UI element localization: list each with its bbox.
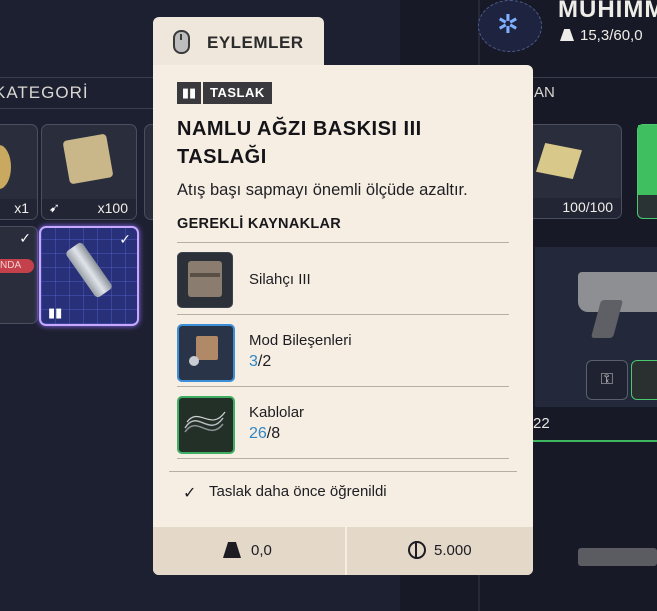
right-section-header: AN: [520, 77, 657, 108]
workbench-icon: [177, 252, 233, 308]
requirements-header: GEREKLİ KAYNAKLAR: [177, 216, 342, 232]
tooltip-footer: 0,0 5.000: [153, 527, 533, 575]
inventory-slot[interactable]: ➹ x100: [41, 124, 137, 220]
badge-label: TASLAK: [203, 82, 272, 104]
requirement-quantity: 3/2: [249, 353, 272, 370]
requirement-name: Kablolar: [249, 404, 305, 421]
blueprint-slot-selected[interactable]: ✓ ▮▮: [39, 226, 139, 326]
weight-icon: [223, 542, 241, 558]
blueprint-badge: ▮▮ TASLAK: [177, 82, 272, 104]
item-image: [536, 143, 582, 179]
item-quantity: 100/100: [562, 199, 613, 215]
key-icon[interactable]: ⚿: [586, 360, 628, 400]
learned-status: Taslak daha önce öğrenildi: [209, 483, 387, 500]
blueprint-book-icon: ▮▮: [48, 305, 63, 320]
item-quantity: x1: [14, 200, 29, 216]
item-quantity: x100: [97, 200, 128, 216]
requirement-row: Mod Bileşenleri 3/2: [177, 323, 509, 393]
inventory-slot[interactable]: ✓: [0, 226, 38, 324]
divider: [177, 314, 509, 315]
item-price: 5.000: [434, 542, 472, 559]
cables-icon: [177, 396, 235, 454]
item-image: [0, 145, 11, 189]
rifle-image: [578, 548, 657, 566]
check-icon: ✓: [119, 231, 131, 247]
ammo-icon: ➹: [49, 200, 60, 215]
status-tag: NDA: [0, 259, 34, 273]
item-weight: 0,0: [251, 542, 272, 559]
divider: [177, 242, 509, 243]
item-image: [62, 133, 114, 185]
inventory-slot[interactable]: 100/100: [525, 124, 622, 219]
requirement-row: Silahçı III: [177, 251, 509, 321]
coin-icon: [408, 541, 426, 559]
item-tooltip: ▮▮ TASLAK NAMLU AĞZI BASKISI III TASLAĞI…: [153, 65, 533, 575]
actions-tab-label: EYLEMLER: [207, 33, 304, 52]
checkmark-icon: ✓: [183, 485, 197, 502]
divider: [169, 471, 517, 472]
item-description: Atış başı sapmayı önemli ölçüde azaltır.: [177, 181, 468, 199]
divider: [177, 386, 509, 387]
requirement-row: Kablolar 26/8: [177, 395, 509, 465]
weight-capacity: 15,3/60,0: [560, 27, 643, 44]
check-icon: ✓: [19, 230, 31, 246]
mouse-icon: [173, 30, 190, 54]
weapon-count: 22: [533, 415, 550, 432]
top-title: MUHİMM: [558, 0, 657, 23]
inventory-slot[interactable]: x1: [0, 124, 38, 220]
requirement-quantity: 26/8: [249, 425, 281, 442]
faction-emblem-icon: ✲: [478, 0, 542, 52]
attachment-slot[interactable]: [631, 360, 657, 400]
mod-components-icon: [177, 324, 235, 382]
book-icon: ▮▮: [177, 82, 201, 104]
requirement-name: Silahçı III: [249, 271, 311, 288]
item-image: [64, 241, 114, 299]
actions-tab[interactable]: EYLEMLER: [153, 17, 324, 67]
category-header[interactable]: KATEGORİ: [0, 77, 160, 109]
requirement-name: Mod Bileşenleri: [249, 332, 352, 349]
divider: [177, 458, 509, 459]
inventory-slot-green[interactable]: [637, 124, 657, 219]
weight-icon: [560, 29, 574, 41]
item-title: NAMLU AĞZI BASKISI III TASLAĞI: [177, 118, 422, 168]
